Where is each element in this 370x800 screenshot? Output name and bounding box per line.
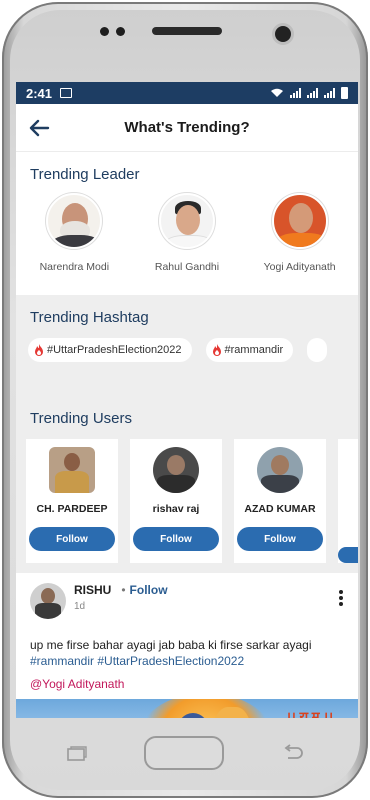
post-meta: RISHU • Follow 1d <box>74 583 168 612</box>
trending-users-section: Trending Users CH. PARDEEP Follow rishav… <box>16 396 358 573</box>
status-time: 2:41 <box>26 85 53 101</box>
user-list: CH. PARDEEP Follow rishav raj Follow AZA… <box>16 427 358 563</box>
recent-apps-icon[interactable] <box>66 746 88 762</box>
battery-icon <box>341 87 348 99</box>
post-hashtag[interactable]: #rammandir <box>30 654 94 668</box>
post-follow-link[interactable]: Follow <box>130 583 168 597</box>
leader-name: Narendra Modi <box>39 261 110 273</box>
user-card[interactable]: rishav raj Follow <box>130 439 222 563</box>
signal-icon-2 <box>307 88 318 98</box>
page-title: What's Trending? <box>124 119 250 136</box>
post-header: RISHU • Follow 1d <box>30 583 344 619</box>
flame-icon <box>35 344 43 356</box>
status-icons <box>270 87 348 99</box>
avatar <box>257 447 303 493</box>
post-hashtag[interactable]: #UttarPradeshElection2022 <box>97 654 244 668</box>
avatar <box>158 193 215 249</box>
home-button[interactable] <box>144 736 224 770</box>
follow-button[interactable]: Follow <box>133 527 219 551</box>
follow-button-partial[interactable] <box>338 547 358 563</box>
front-sensor-right <box>116 27 125 36</box>
earpiece-speaker <box>152 27 222 35</box>
avatar <box>46 193 103 249</box>
user-name: rishav raj <box>152 503 200 515</box>
hashtag-label: #rammandir <box>224 344 284 356</box>
trending-users-title: Trending Users <box>30 410 132 427</box>
user-card-partial[interactable] <box>338 439 358 563</box>
post-body: up me firse bahar ayagi jab baba ki firs… <box>30 637 344 669</box>
post-mention[interactable]: @Yogi Adityanath <box>30 677 344 691</box>
hashtag-chip[interactable]: #UttarPradeshElection2022 <box>28 338 192 362</box>
signal-icon-3 <box>324 88 335 98</box>
front-sensor-left <box>100 27 109 36</box>
leader-name: Yogi Adityanath <box>263 261 336 273</box>
hashtag-label: #UttarPradeshElection2022 <box>47 344 182 356</box>
avatar <box>153 447 199 493</box>
hashtag-chip-partial[interactable] <box>307 338 328 362</box>
user-name: AZAD KUMAR <box>244 503 316 515</box>
avatar <box>49 447 95 493</box>
leader-item[interactable]: Rahul Gandhi <box>132 193 242 295</box>
flame-icon <box>212 344 221 356</box>
trending-hashtag-section: Trending Hashtag #UttarPradeshElection20… <box>16 295 358 396</box>
more-vertical-icon[interactable] <box>338 589 344 607</box>
feed-post: RISHU • Follow 1d up me firse bahar ayag… <box>16 573 358 718</box>
leader-name: Rahul Gandhi <box>154 261 220 273</box>
trending-hashtag-title: Trending Hashtag <box>30 309 149 326</box>
app-screen: 2:41 What's Trending? Trending Leader Na… <box>16 82 358 718</box>
trending-leader-title: Trending Leader <box>30 166 140 183</box>
post-time: 1d <box>74 601 86 612</box>
wifi-icon <box>271 88 283 97</box>
app-bar: What's Trending? <box>16 104 358 152</box>
user-card[interactable]: CH. PARDEEP Follow <box>26 439 118 563</box>
leader-item[interactable]: Yogi Adityanath <box>245 193 355 295</box>
image-caption: ।। रा म ।। <box>286 709 334 718</box>
post-text: up me firse bahar ayagi jab baba ki firs… <box>30 638 312 652</box>
user-name: CH. PARDEEP <box>36 503 108 515</box>
status-bar: 2:41 <box>16 82 358 104</box>
back-nav-icon[interactable] <box>282 744 304 762</box>
post-author-row: RISHU • Follow <box>74 583 168 597</box>
follow-button[interactable]: Follow <box>29 527 115 551</box>
back-arrow-icon[interactable] <box>28 118 50 138</box>
post-image[interactable]: ।। रा म ।। <box>16 699 358 718</box>
separator-dot: • <box>121 583 126 597</box>
hashtag-chip[interactable]: #rammandir <box>205 338 294 362</box>
signal-icon-1 <box>290 88 301 98</box>
avatar[interactable] <box>30 583 66 619</box>
trending-leader-section: Trending Leader Narendra Modi Rahul Gand… <box>16 152 358 295</box>
front-camera <box>275 26 291 42</box>
user-card[interactable]: AZAD KUMAR Follow <box>234 439 326 563</box>
leader-list: Narendra Modi Rahul Gandhi Yogi Adityana… <box>16 183 358 295</box>
post-author[interactable]: RISHU <box>74 583 111 597</box>
avatar <box>271 193 328 249</box>
leader-item[interactable]: Narendra Modi <box>19 193 129 295</box>
follow-button[interactable]: Follow <box>237 527 323 551</box>
hashtag-list: #UttarPradeshElection2022 #rammandir <box>16 326 358 396</box>
image-notification-icon <box>60 88 73 98</box>
